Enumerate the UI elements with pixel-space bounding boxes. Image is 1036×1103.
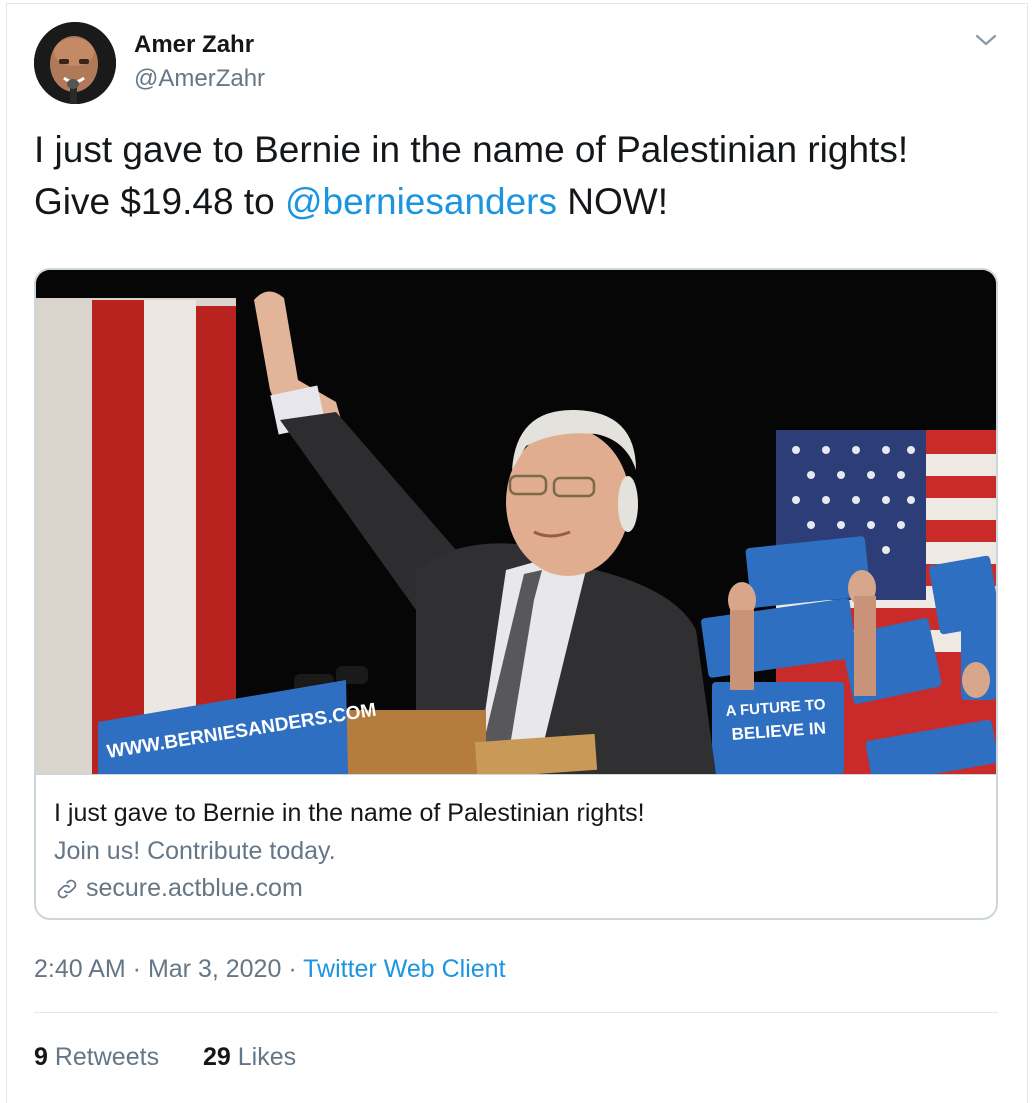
tweet-meta: 2:40 AM · Mar 3, 2020 · Twitter Web Clie…: [34, 955, 506, 984]
link-preview-card[interactable]: WWW.BERNIESANDERS.COM A FUTURE TO BELIEV…: [34, 268, 998, 920]
mention-link[interactable]: @berniesanders: [285, 181, 557, 222]
link-preview-domain: secure.actblue.com: [86, 874, 303, 902]
link-preview-description: Join us! Contribute today.: [54, 837, 336, 865]
meta-separator: ·: [125, 955, 148, 983]
retweets-label: Retweets: [47, 1043, 160, 1071]
author-name[interactable]: Amer Zahr: [134, 31, 254, 59]
retweets-stat[interactable]: 9 Retweets: [34, 1043, 159, 1071]
tweet-text: I just gave to Bernie in the name of Pal…: [34, 124, 994, 228]
link-preview-body[interactable]: I just gave to Bernie in the name of Pal…: [36, 774, 996, 918]
tweet-text-line-1: I just gave to Bernie in the name of Pal…: [34, 129, 909, 170]
likes-count: 29: [202, 1043, 231, 1071]
avatar[interactable]: [34, 22, 116, 104]
tweet-text-suffix: NOW!: [557, 181, 668, 222]
link-preview-domain-row: secure.actblue.com: [54, 874, 303, 903]
retweets-count: 9: [34, 1043, 48, 1071]
tweet-time[interactable]: 2:40 AM: [34, 955, 126, 983]
avatar-image: [34, 22, 116, 104]
tweet-text-line-2: Give $19.48 to @berniesanders NOW!: [34, 176, 994, 228]
left-flag-graphic: [36, 298, 236, 774]
tweet-date[interactable]: Mar 3, 2020: [148, 955, 281, 983]
tweet-text-prefix: Give $19.48 to: [34, 181, 285, 222]
meta-separator-2: ·: [281, 955, 304, 983]
link-preview-image[interactable]: WWW.BERNIESANDERS.COM A FUTURE TO BELIEV…: [36, 270, 996, 785]
likes-stat[interactable]: 29 Likes: [203, 1043, 296, 1071]
divider: [34, 1012, 998, 1013]
link-preview-title: I just gave to Bernie in the name of Pal…: [54, 799, 645, 827]
chevron-down-icon[interactable]: [973, 30, 999, 50]
author-handle[interactable]: @AmerZahr: [134, 65, 265, 93]
tweet-stats: 9 Retweets 29 Likes: [34, 1043, 296, 1072]
likes-label: Likes: [230, 1043, 297, 1071]
tweet-source-link[interactable]: Twitter Web Client: [303, 955, 505, 983]
link-icon: [57, 879, 77, 898]
